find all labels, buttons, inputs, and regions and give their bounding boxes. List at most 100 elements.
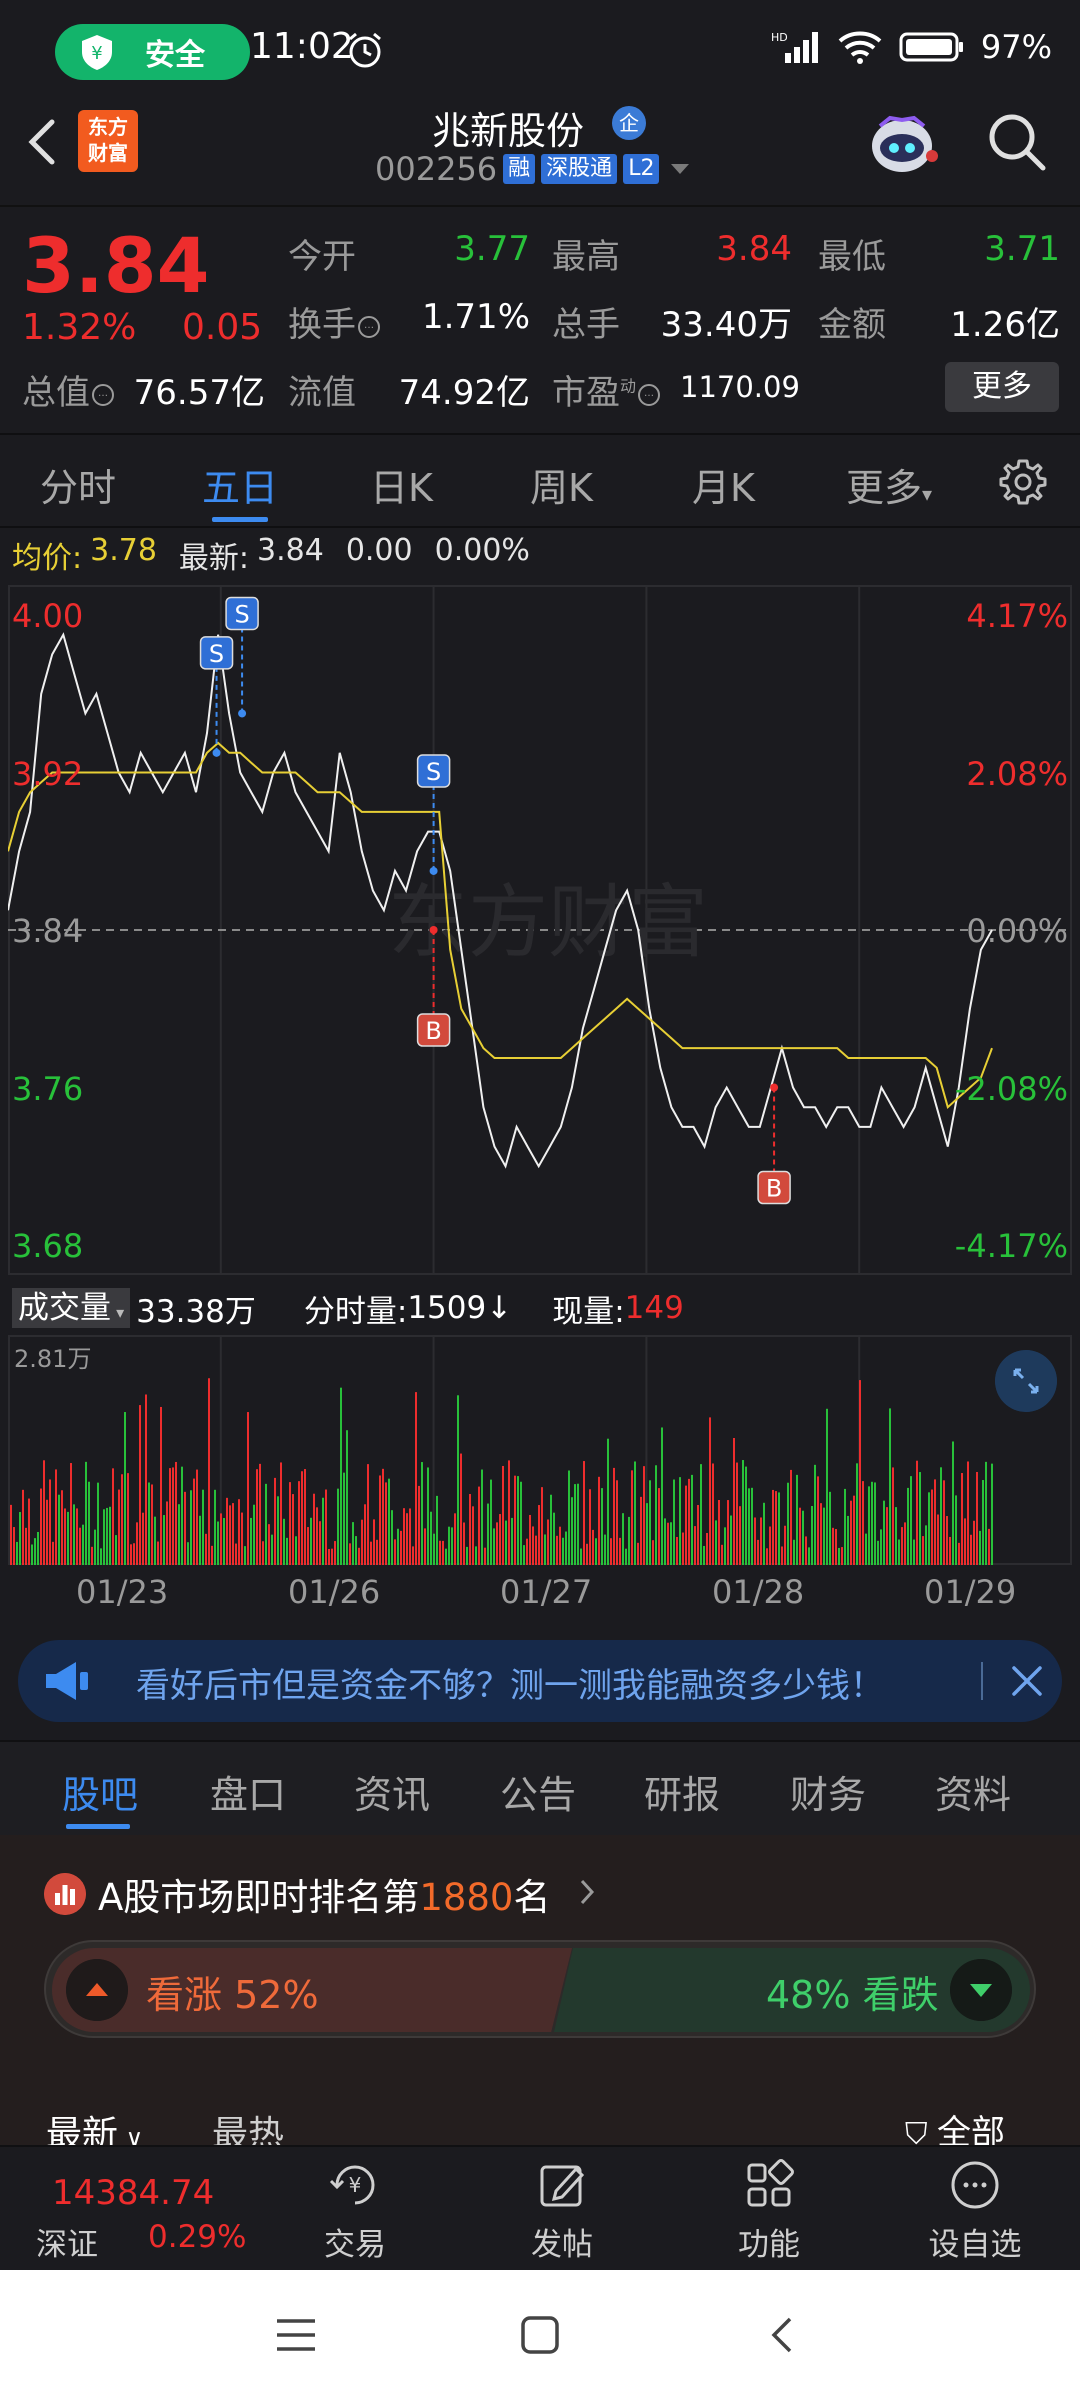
volume-bar bbox=[271, 1534, 273, 1565]
volume-bar bbox=[349, 1543, 351, 1565]
tab-financials[interactable]: 财务 bbox=[790, 1764, 866, 1819]
volume-bar bbox=[202, 1489, 204, 1565]
volume-bar bbox=[457, 1395, 459, 1565]
volume-bar bbox=[691, 1474, 693, 1565]
tag-connect: 深股通 bbox=[541, 154, 618, 184]
nav-add-watchlist[interactable]: 设自选 bbox=[915, 2157, 1035, 2264]
menu-icon[interactable] bbox=[275, 2315, 317, 2355]
gear-icon[interactable] bbox=[998, 457, 1048, 507]
volume-bar bbox=[676, 1536, 678, 1565]
volume-bar bbox=[712, 1463, 714, 1565]
arrow-up-icon[interactable] bbox=[66, 1959, 128, 2021]
arrow-down-icon[interactable] bbox=[950, 1959, 1012, 2021]
back-icon[interactable] bbox=[18, 112, 68, 172]
volume-bar bbox=[895, 1507, 897, 1565]
volume-bar bbox=[673, 1479, 675, 1565]
volume-bar bbox=[592, 1529, 594, 1565]
volume-bar bbox=[781, 1546, 783, 1565]
more-quote-button[interactable]: 更多 bbox=[945, 362, 1059, 412]
nav-functions[interactable]: 功能 bbox=[709, 2157, 829, 2264]
volume-bar bbox=[523, 1545, 525, 1565]
volume-bar bbox=[238, 1499, 240, 1565]
volume-bar bbox=[616, 1480, 618, 1565]
back-nav-icon[interactable] bbox=[768, 2315, 798, 2355]
volume-bar bbox=[598, 1476, 600, 1565]
price-chart[interactable]: 东方财富 S S S B B bbox=[7, 585, 1072, 1275]
close-icon[interactable] bbox=[1008, 1662, 1046, 1700]
nav-trade[interactable]: ¥ 交易 bbox=[295, 2157, 415, 2264]
expand-chart-icon[interactable] bbox=[995, 1350, 1057, 1412]
volume-bar bbox=[79, 1527, 81, 1565]
amount-label: 金额 bbox=[818, 305, 886, 345]
security-label: 安全 bbox=[145, 38, 205, 73]
stock-subtitle[interactable]: 002256 融 深股通 L2 bbox=[375, 150, 690, 188]
pe-label[interactable]: 市盈动… bbox=[552, 365, 661, 414]
volume-bar bbox=[355, 1536, 357, 1565]
app-logo[interactable]: 东方 财富 bbox=[78, 110, 138, 172]
volume-bar bbox=[208, 1378, 210, 1565]
float-value: 74.92亿 bbox=[398, 373, 530, 413]
volume-bar bbox=[736, 1462, 738, 1565]
promo-banner[interactable]: 看好后市但是资金不够？测一测我能融资多少钱！ bbox=[18, 1640, 1062, 1722]
tab-intraday[interactable]: 分时 bbox=[40, 457, 116, 512]
tab-daily-k[interactable]: 日K bbox=[370, 457, 433, 512]
robot-assistant-icon[interactable] bbox=[862, 104, 942, 184]
volume-bar bbox=[280, 1462, 282, 1565]
quote-panel: 3.84 1.32% 0.05 今开 3.77 最高 3.84 最低 3.71 … bbox=[0, 205, 1080, 433]
volume-bar bbox=[973, 1520, 975, 1565]
tab-announcements[interactable]: 公告 bbox=[500, 1764, 576, 1819]
tab-five-day[interactable]: 五日 bbox=[202, 457, 278, 512]
tab-guba[interactable]: 股吧 bbox=[62, 1764, 138, 1819]
marker-label: S bbox=[234, 600, 249, 628]
volume-bar bbox=[289, 1482, 291, 1565]
volume-bar bbox=[658, 1488, 660, 1565]
volume-bar bbox=[226, 1497, 228, 1565]
turnover-label[interactable]: 换手… bbox=[288, 297, 380, 346]
logo-text-bottom: 财富 bbox=[88, 141, 128, 165]
marker-point bbox=[212, 748, 221, 757]
tab-monthly-k[interactable]: 月K bbox=[692, 457, 755, 512]
volume-bar bbox=[844, 1488, 846, 1565]
tab-order-book[interactable]: 盘口 bbox=[210, 1764, 286, 1819]
network-label: HD bbox=[771, 31, 788, 44]
turnover-value: 1.71% bbox=[421, 297, 530, 337]
volume-bar bbox=[364, 1504, 366, 1565]
volume-indicator-select[interactable]: 成交量 ▾ bbox=[12, 1288, 131, 1328]
latest-change: 0.00 bbox=[345, 533, 413, 568]
volume-chart[interactable]: 2.81万 bbox=[8, 1335, 1072, 1565]
tab-more[interactable]: 更多▾ bbox=[846, 457, 932, 512]
mktcap-label[interactable]: 总值… bbox=[22, 365, 114, 414]
change-amount: 0.05 bbox=[182, 307, 263, 348]
nav-label: 功能 bbox=[738, 2227, 800, 2263]
security-pill[interactable]: ¥ 安全 bbox=[55, 24, 250, 80]
tab-research[interactable]: 研报 bbox=[644, 1764, 720, 1819]
mktcap-value: 76.57亿 bbox=[133, 373, 265, 413]
volume-bar bbox=[628, 1516, 630, 1565]
volume-bar bbox=[487, 1503, 489, 1565]
bullish-label: 看涨 52% bbox=[146, 1973, 319, 2017]
volume-bar bbox=[622, 1513, 624, 1565]
volume-bar bbox=[109, 1506, 111, 1565]
home-icon[interactable] bbox=[520, 2315, 560, 2355]
volume-bar bbox=[565, 1531, 567, 1565]
community-section: A股市场即时排名第1880名 看涨 52% 48% 看跌 最新 ∨ 最热 ⛉ 全… bbox=[0, 1835, 1080, 2155]
volume-max-label: 2.81万 bbox=[14, 1345, 92, 1373]
market-rank[interactable]: A股市场即时排名第1880名 bbox=[98, 1867, 550, 1921]
tab-profile[interactable]: 资料 bbox=[935, 1764, 1011, 1819]
volume-bar bbox=[772, 1489, 774, 1565]
volume-bar bbox=[865, 1533, 867, 1565]
volume-bar bbox=[685, 1485, 687, 1565]
volume-bar bbox=[823, 1507, 825, 1565]
search-icon[interactable] bbox=[985, 110, 1049, 174]
volume-bar bbox=[496, 1522, 498, 1565]
y-tick-pct-label: 4.17% bbox=[966, 597, 1068, 635]
tab-news[interactable]: 资讯 bbox=[354, 1764, 430, 1819]
nav-post[interactable]: 发帖 bbox=[502, 2157, 622, 2264]
chart-legend: 均价: 3.78 最新: 3.84 0.00 0.00% bbox=[12, 533, 530, 577]
volume-bar bbox=[589, 1489, 591, 1565]
volume-bar bbox=[520, 1481, 522, 1565]
volume-bar bbox=[343, 1472, 345, 1565]
tab-weekly-k[interactable]: 周K bbox=[530, 457, 593, 512]
volume-bar bbox=[361, 1519, 363, 1565]
volume-bar bbox=[484, 1547, 486, 1565]
